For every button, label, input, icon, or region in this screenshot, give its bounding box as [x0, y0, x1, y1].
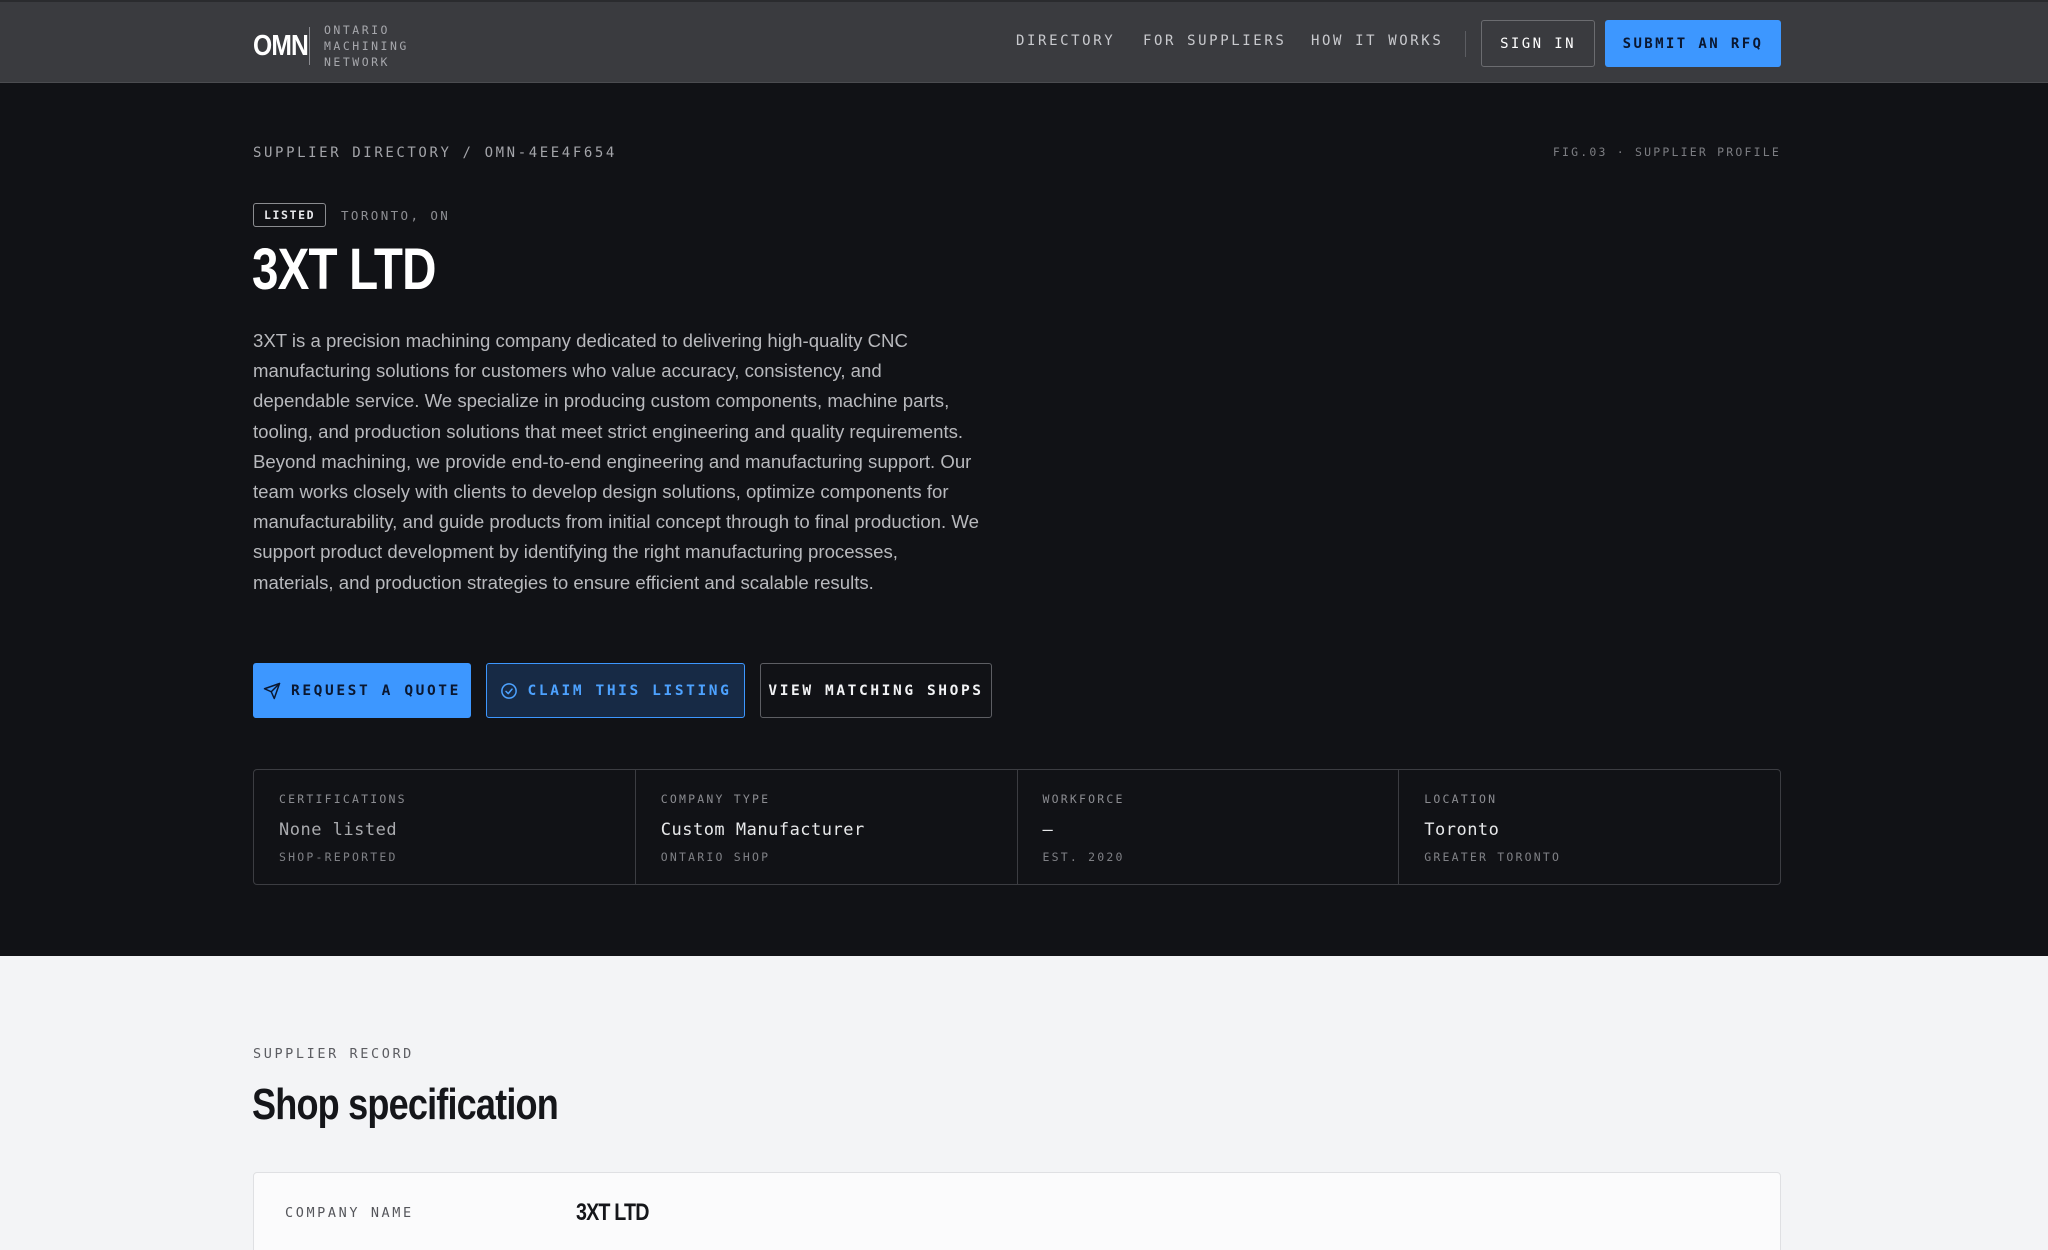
stat-sub: GREATER TORONTO [1424, 850, 1562, 864]
nav-link-how-it-works[interactable]: HOW IT WORKS [1311, 33, 1443, 49]
stat-value: — [1042, 820, 1054, 840]
stat-label: CERTIFICATIONS [279, 792, 407, 806]
top-navigation-bar: OMN ONTARIO MACHINING NETWORK DIRECTORY … [0, 0, 2048, 83]
stat-value: Custom Manufacturer [660, 820, 865, 840]
specification-card: COMPANY NAME 3XT LTD [253, 1172, 1781, 1250]
spec-value: 3XT LTD [576, 1199, 649, 1226]
location-label: TORONTO, ON [341, 208, 451, 223]
supplier-record-section: SUPPLIER RECORD Shop specification COMPA… [0, 956, 2048, 1250]
stat-label: WORKFORCE [1042, 792, 1125, 806]
sign-in-button[interactable]: SIGN IN [1481, 20, 1595, 67]
stat-sub: SHOP-REPORTED [279, 850, 398, 864]
stat-certifications: CERTIFICATIONS None listed SHOP-REPORTED [254, 770, 636, 884]
stat-sub: EST. 2020 [1042, 850, 1125, 864]
logo-line: MACHINING [324, 39, 409, 53]
stat-label: COMPANY TYPE [660, 792, 771, 806]
nav-link-directory[interactable]: DIRECTORY [1016, 33, 1115, 49]
stat-location: LOCATION Toronto GREATER TORONTO [1399, 770, 1780, 884]
section-title: Shop specification [252, 1080, 559, 1129]
stats-panel: CERTIFICATIONS None listed SHOP-REPORTED… [253, 769, 1781, 885]
stat-value: Toronto [1424, 820, 1500, 840]
check-circle-icon [500, 682, 517, 699]
logo-wordmark: ONTARIO MACHINING NETWORK [324, 22, 409, 70]
logo-line: NETWORK [324, 55, 390, 69]
stat-company-type: COMPANY TYPE Custom Manufacturer ONTARIO… [636, 770, 1018, 884]
page-title: 3XT LTD [252, 237, 436, 302]
claim-listing-label: CLAIM THIS LISTING [527, 682, 732, 699]
spec-key: COMPANY NAME [285, 1205, 414, 1221]
stat-value: None listed [279, 820, 398, 840]
claim-listing-button[interactable]: CLAIM THIS LISTING [486, 663, 745, 718]
view-matching-shops-button[interactable]: VIEW MATCHING SHOPS [760, 663, 992, 718]
logo-line: ONTARIO [324, 23, 390, 37]
logo-divider [309, 27, 310, 65]
logo-mark: OMN [253, 29, 309, 62]
nav-link-for-suppliers[interactable]: FOR SUPPLIERS [1143, 33, 1286, 49]
send-icon [263, 682, 281, 699]
figure-label: FIG.03 · SUPPLIER PROFILE [1552, 145, 1781, 159]
company-description: 3XT is a precision machining company ded… [253, 330, 979, 593]
request-quote-label: REQUEST A QUOTE [291, 682, 461, 699]
status-badge: LISTED [253, 203, 327, 227]
stat-workforce: WORKFORCE — EST. 2020 [1018, 770, 1400, 884]
nav-divider [1465, 31, 1466, 57]
stat-sub: ONTARIO SHOP [660, 850, 771, 864]
logo[interactable]: OMN ONTARIO MACHINING NETWORK [253, 22, 409, 70]
breadcrumb[interactable]: SUPPLIER DIRECTORY / OMN-4EE4F654 [253, 145, 617, 161]
submit-rfq-button[interactable]: SUBMIT AN RFQ [1605, 20, 1781, 67]
stat-label: LOCATION [1424, 792, 1498, 806]
request-quote-button[interactable]: REQUEST A QUOTE [253, 663, 471, 718]
section-eyebrow: SUPPLIER RECORD [253, 1046, 414, 1062]
